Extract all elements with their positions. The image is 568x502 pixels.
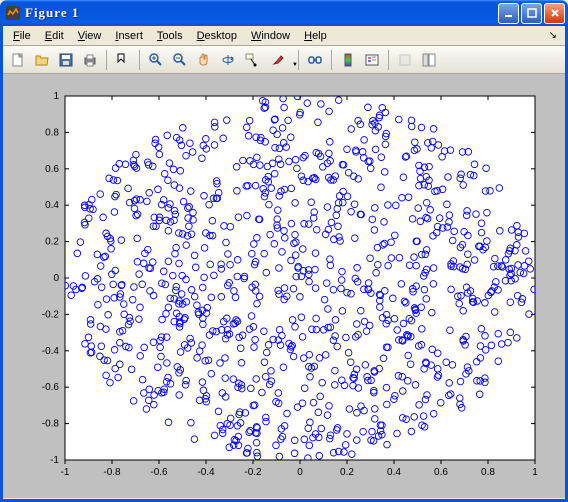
- svg-text:0.4: 0.4: [45, 200, 59, 211]
- svg-text:0.4: 0.4: [387, 467, 401, 478]
- link-plot-button[interactable]: [304, 49, 326, 71]
- show-plot-tools-button[interactable]: [418, 49, 440, 71]
- toolbar-separator: [106, 50, 107, 70]
- toolbar-separator: [331, 50, 332, 70]
- figure-canvas[interactable]: -1 -0.8 -0.6 -0.4 -0.2 0 0.2 0.4 0.6 0.8 1 -1 -0.8 -0…: [3, 74, 565, 498]
- svg-text:-0.4: -0.4: [197, 467, 215, 478]
- new-figure-button[interactable]: [7, 49, 29, 71]
- pan-button[interactable]: [193, 49, 215, 71]
- svg-text:0.8: 0.8: [45, 127, 59, 138]
- edit-plot-button[interactable]: [112, 49, 134, 71]
- menu-bar: File Edit View Insert Tools Desktop Wind…: [3, 26, 565, 46]
- toolbar-separator: [139, 50, 140, 70]
- svg-text:-0.6: -0.6: [150, 467, 168, 478]
- svg-text:0.8: 0.8: [481, 467, 495, 478]
- menu-tools[interactable]: Tools: [151, 28, 189, 44]
- close-button[interactable]: [544, 3, 565, 24]
- svg-text:0.2: 0.2: [340, 467, 354, 478]
- svg-text:-0.8: -0.8: [103, 467, 121, 478]
- menu-edit[interactable]: Edit: [39, 28, 70, 44]
- zoom-in-button[interactable]: [145, 49, 167, 71]
- zoom-out-button[interactable]: [169, 49, 191, 71]
- dock-grip-icon[interactable]: ↘: [549, 30, 561, 41]
- window-body: File Edit View Insert Tools Desktop Wind…: [0, 26, 568, 502]
- toolbar-separator: [388, 50, 389, 70]
- svg-text:0.2: 0.2: [45, 237, 59, 248]
- menu-view[interactable]: View: [72, 28, 108, 44]
- svg-text:-0.6: -0.6: [42, 382, 60, 393]
- menu-window[interactable]: Window: [245, 28, 296, 44]
- title-bar: Figure 1: [0, 0, 568, 26]
- chevron-down-icon: ▼: [292, 62, 298, 68]
- menu-file[interactable]: File: [7, 28, 37, 44]
- save-button[interactable]: [55, 49, 77, 71]
- window-controls: [498, 3, 565, 24]
- svg-text:-0.8: -0.8: [42, 419, 60, 430]
- window-title: Figure 1: [25, 5, 498, 21]
- axes-container: -1 -0.8 -0.6 -0.4 -0.2 0 0.2 0.4 0.6 0.8 1 -1 -0.8 -0…: [15, 84, 553, 488]
- brush-button[interactable]: ▼: [265, 49, 293, 71]
- open-file-button[interactable]: [31, 49, 53, 71]
- svg-text:0: 0: [297, 467, 303, 478]
- svg-text:-0.2: -0.2: [42, 309, 60, 320]
- rotate-3d-button[interactable]: [217, 49, 239, 71]
- maximize-button[interactable]: [521, 3, 542, 24]
- svg-text:0.6: 0.6: [45, 164, 59, 175]
- svg-text:1: 1: [53, 91, 59, 102]
- minimize-button[interactable]: [498, 3, 519, 24]
- scatter-plot: -1 -0.8 -0.6 -0.4 -0.2 0 0.2 0.4 0.6 0.8 1 -1 -0.8 -0…: [15, 84, 553, 488]
- svg-text:-1: -1: [61, 467, 70, 478]
- toolbar-separator: [298, 50, 299, 70]
- svg-text:0: 0: [53, 273, 59, 284]
- svg-text:-1: -1: [50, 455, 59, 466]
- svg-text:1: 1: [532, 467, 538, 478]
- menu-desktop[interactable]: Desktop: [191, 28, 243, 44]
- print-button[interactable]: [79, 49, 101, 71]
- toolbar: ▼: [3, 46, 565, 74]
- colorbar-button[interactable]: [337, 49, 359, 71]
- app-icon: [5, 5, 21, 21]
- svg-text:-0.4: -0.4: [42, 346, 60, 357]
- menu-help[interactable]: Help: [298, 28, 333, 44]
- hide-plot-tools-button[interactable]: [394, 49, 416, 71]
- data-cursor-button[interactable]: [241, 49, 263, 71]
- legend-button[interactable]: [361, 49, 383, 71]
- menu-insert[interactable]: Insert: [109, 28, 149, 44]
- svg-text:-0.2: -0.2: [244, 467, 262, 478]
- svg-text:0.6: 0.6: [434, 467, 448, 478]
